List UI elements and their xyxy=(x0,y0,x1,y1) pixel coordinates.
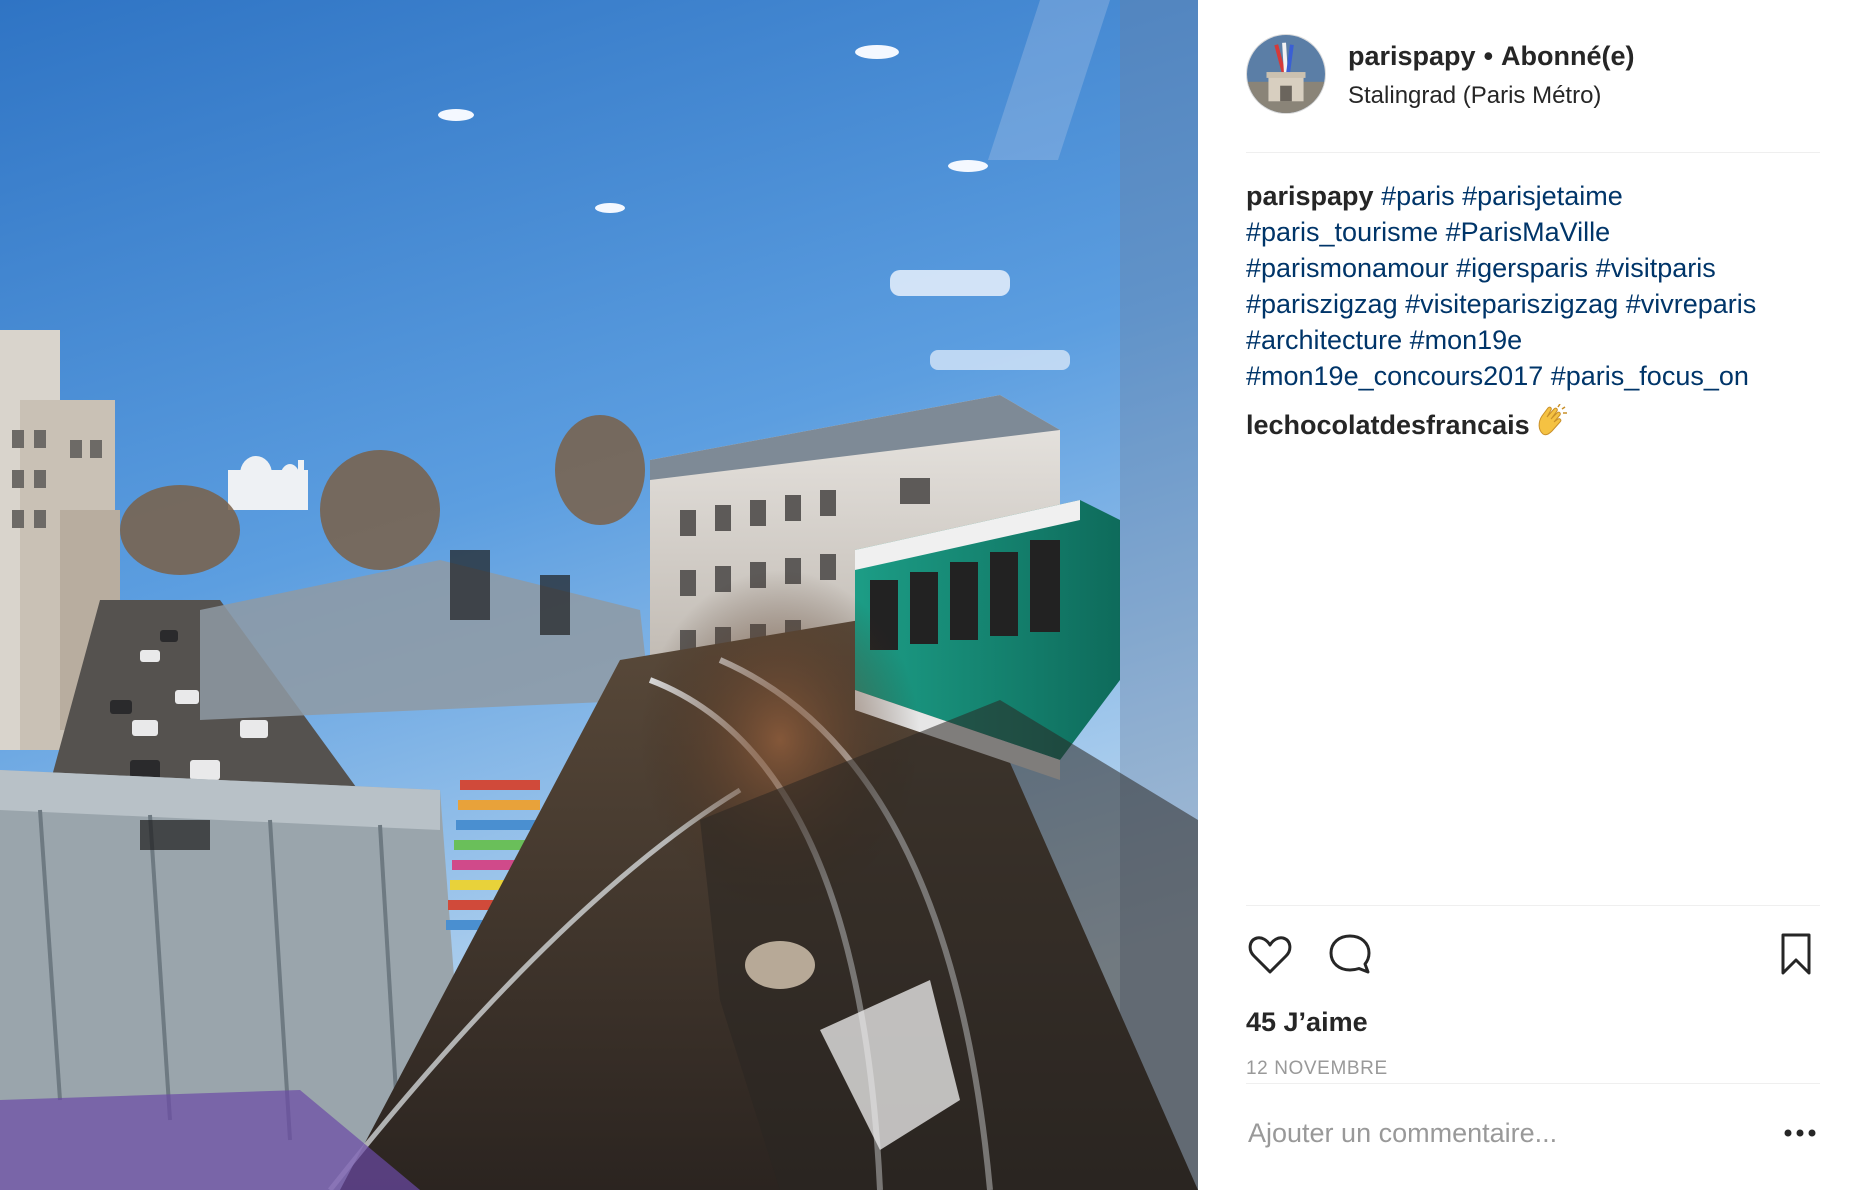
actions-area: 45 J’aime 12 NOVEMBRE xyxy=(1246,905,1820,1082)
ellipsis-icon xyxy=(1784,1129,1816,1137)
hashtag-link[interactable]: #vivreparis xyxy=(1626,289,1757,319)
add-comment-bar xyxy=(1246,1083,1820,1191)
hashtag-link[interactable]: #parisjetaime xyxy=(1462,181,1623,211)
hashtag-link[interactable]: #ParisMaVille xyxy=(1446,217,1611,247)
hashtag-link[interactable]: #paris_tourisme xyxy=(1246,217,1438,247)
post-date[interactable]: 12 NOVEMBRE xyxy=(1246,1056,1820,1082)
hashtag-link[interactable]: #paris xyxy=(1381,181,1455,211)
photo-reflection-metro-train xyxy=(0,0,1198,1190)
bookmark-icon xyxy=(1781,933,1811,975)
post-side-panel: parispapy • Abonné(e) Stalingrad (Paris Mé… xyxy=(1198,0,1864,1190)
username-link[interactable]: parispapy xyxy=(1348,41,1476,71)
avatar[interactable] xyxy=(1246,34,1326,114)
hashtag-link[interactable]: #parismonamour xyxy=(1246,253,1449,283)
post-header: parispapy • Abonné(e) Stalingrad (Paris Mé… xyxy=(1246,34,1820,153)
hashtag-link[interactable]: #paris_focus_on xyxy=(1551,361,1749,391)
hashtag-link[interactable]: #mon19e_concours2017 xyxy=(1246,361,1543,391)
clapping-hands-icon xyxy=(1534,403,1568,447)
post-photo[interactable] xyxy=(0,0,1198,1190)
header-text: parispapy • Abonné(e) Stalingrad (Paris Mé… xyxy=(1348,38,1818,114)
speech-bubble-icon xyxy=(1329,934,1371,974)
follow-state-button[interactable]: Abonné(e) xyxy=(1501,41,1634,71)
hashtag-link[interactable]: #visitparis xyxy=(1596,253,1716,283)
heart-icon xyxy=(1248,936,1292,974)
location-link[interactable]: Stalingrad (Paris Métro) xyxy=(1348,78,1818,114)
like-button[interactable] xyxy=(1246,930,1294,978)
instagram-post: parispapy • Abonné(e) Stalingrad (Paris Mé… xyxy=(0,0,1864,1190)
avatar-arc-de-triomphe xyxy=(1247,35,1325,113)
action-bar xyxy=(1246,906,1820,1002)
hashtag-link[interactable]: #architecture xyxy=(1246,325,1402,355)
user-line: parispapy • Abonné(e) xyxy=(1348,38,1818,74)
hashtag-link[interactable]: #pariszigzag xyxy=(1246,289,1398,319)
comment-username-link[interactable]: lechocolatdesfrancais xyxy=(1246,410,1530,440)
comment-input[interactable] xyxy=(1248,1108,1748,1158)
hashtag-link[interactable]: #mon19e xyxy=(1410,325,1523,355)
caption: parispapy #paris #parisjetaime #paris_to… xyxy=(1246,178,1820,394)
separator-dot: • xyxy=(1483,41,1494,71)
comments-section: parispapy #paris #parisjetaime #paris_to… xyxy=(1246,178,1820,447)
hashtag-link[interactable]: #visitepariszigzag xyxy=(1405,289,1618,319)
likes-count[interactable]: 45 J’aime xyxy=(1246,1004,1820,1040)
comment-button[interactable] xyxy=(1326,930,1374,978)
comment-item: lechocolatdesfrancais xyxy=(1246,403,1820,447)
more-options-button[interactable] xyxy=(1780,1118,1820,1148)
hashtag-link[interactable]: #igersparis xyxy=(1456,253,1588,283)
save-button[interactable] xyxy=(1772,930,1820,978)
caption-username-link[interactable]: parispapy xyxy=(1246,181,1374,211)
